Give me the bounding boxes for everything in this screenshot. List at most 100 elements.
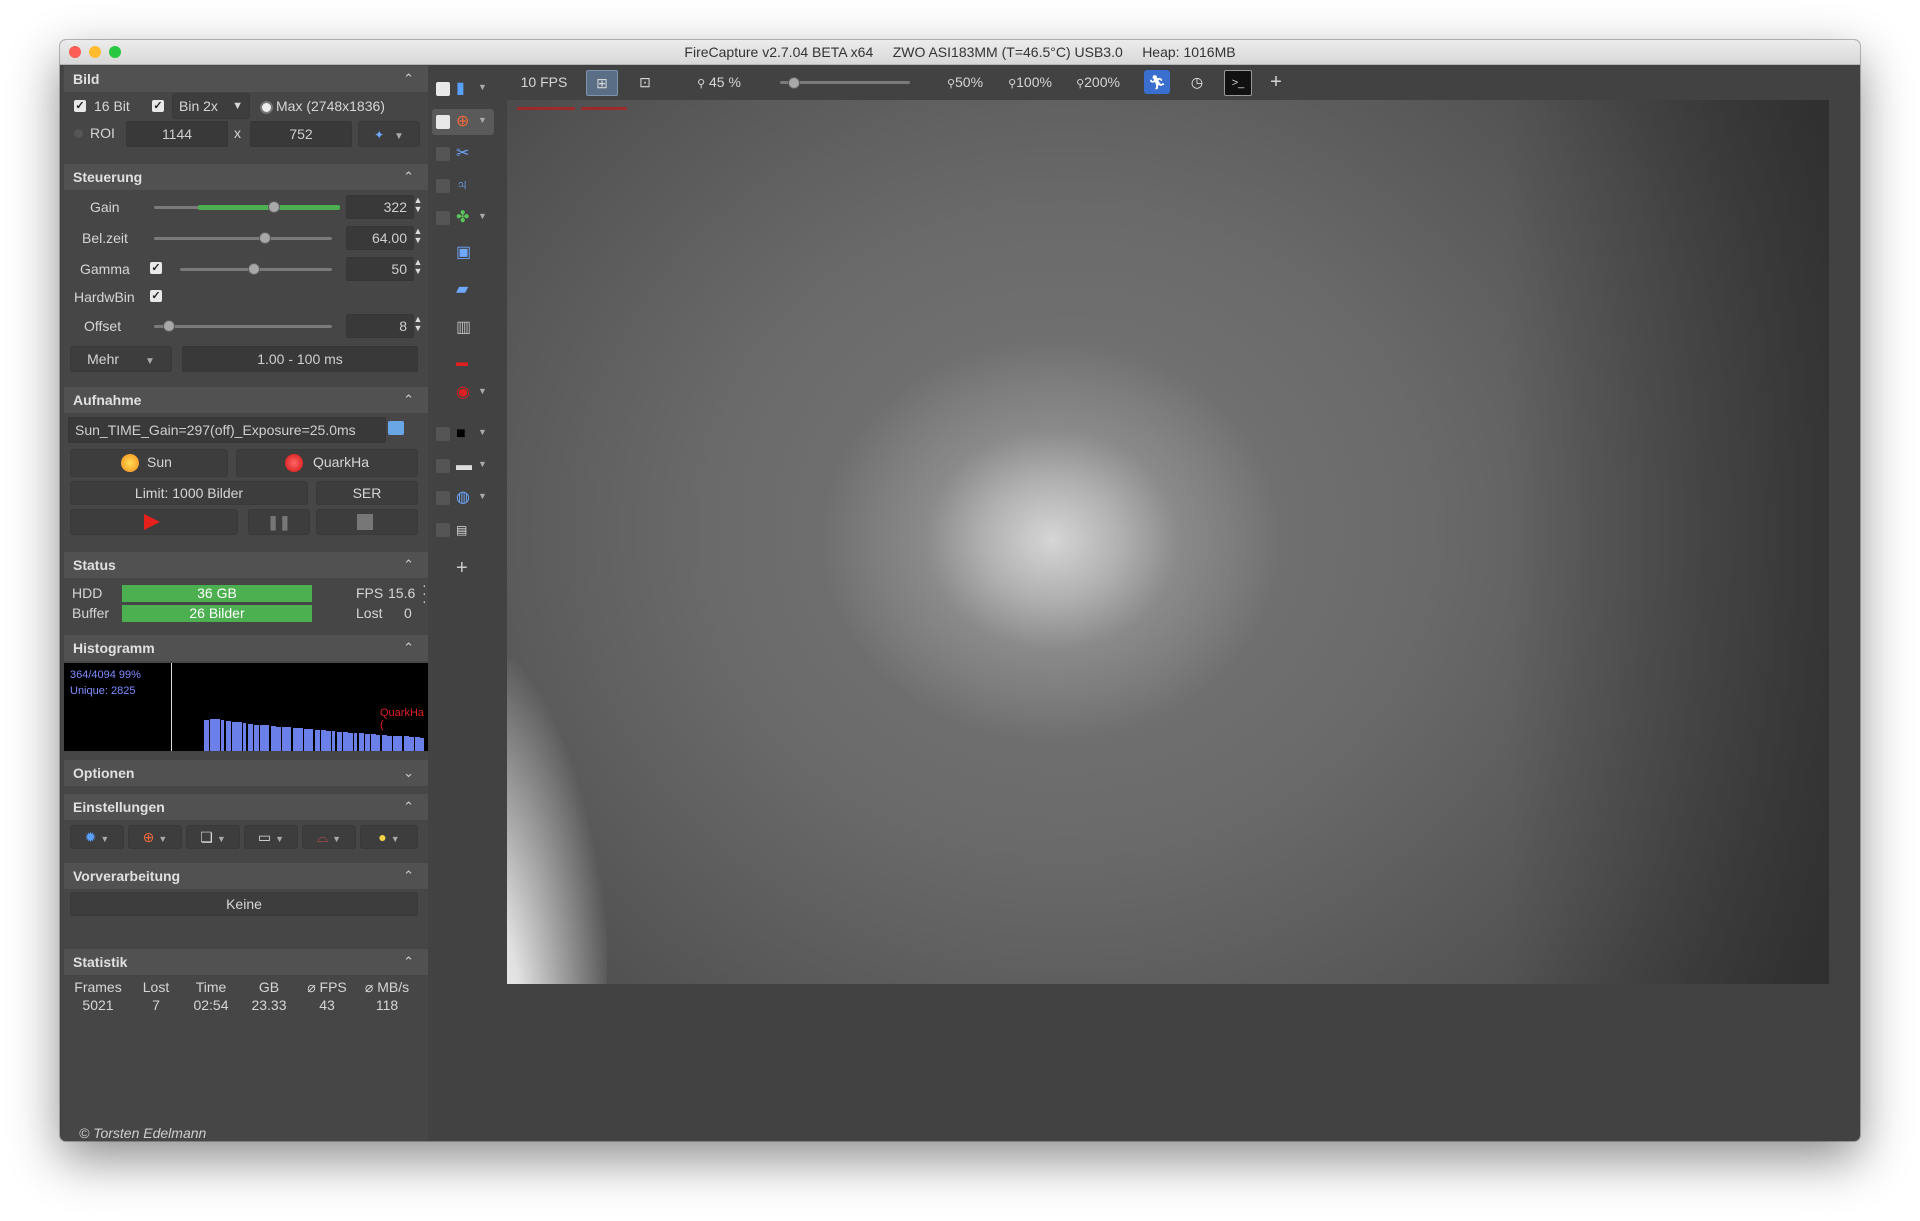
scissors-tool[interactable]: ✂ (432, 141, 476, 167)
fit-window-button[interactable]: ⊞ (586, 70, 618, 96)
offset-stepper[interactable]: ▲ ▼ (412, 315, 424, 333)
record-settings-tool[interactable]: ◉ ▼ (432, 380, 487, 406)
collapse-icon[interactable]: ⌃ (403, 863, 414, 889)
settings-monitor-dropdown[interactable]: ▭ ▼ (244, 825, 298, 849)
profile-sun-button[interactable]: Sun (70, 449, 228, 477)
tool-checkbox[interactable] (436, 147, 450, 161)
roi-height-input[interactable]: 752 (250, 121, 352, 147)
collapse-icon[interactable]: ⌃ (403, 387, 414, 413)
gamma-stepper[interactable]: ▲ ▼ (412, 258, 424, 276)
belzeit-input[interactable]: 64.00 (346, 226, 414, 250)
offset-input[interactable]: 8 (346, 314, 414, 338)
tool-checkbox[interactable] (436, 115, 450, 129)
add-tool[interactable]: + (432, 555, 476, 581)
zoom-200-button[interactable]: ⚲200% (1070, 70, 1126, 94)
roi-width-input[interactable]: 1144 (126, 121, 228, 147)
section-status-header[interactable]: Status ⌃ (64, 552, 428, 578)
histogram-tool[interactable]: ▮ ▼ (432, 76, 487, 102)
tool-checkbox[interactable] (436, 459, 450, 473)
profile-quarkha-button[interactable]: QuarkHa (236, 449, 418, 477)
collapse-icon[interactable]: ⌃ (403, 164, 414, 190)
fit-screen-icon: ⊞ (596, 75, 608, 91)
gain-slider-knob[interactable] (268, 201, 281, 213)
section-bild-header[interactable]: Bild ⌃ (64, 66, 428, 92)
trash-tool[interactable]: ▥ (432, 315, 476, 341)
terminal-button[interactable]: >_ (1224, 70, 1252, 96)
section-optionen-header[interactable]: Optionen ⌄ (64, 760, 428, 786)
settings-focus-dropdown[interactable]: ● ▼ (360, 825, 418, 849)
roi-radio[interactable] (74, 129, 83, 138)
filename-input[interactable]: Sun_TIME_Gain=297(off)_Exposure=25.0ms (68, 417, 386, 443)
globe-tool[interactable]: ◍ ▼ (432, 485, 487, 511)
title-bar: FireCapture v2.7.04 BETA x64 ZWO ASI183M… (60, 40, 1860, 65)
belzeit-slider[interactable] (154, 237, 332, 240)
zoom-50-button[interactable]: ⚲50% (940, 70, 990, 94)
gain-input[interactable]: 322 (346, 195, 414, 219)
collapse-icon[interactable]: ⌃ (403, 552, 414, 578)
preprocessing-select[interactable]: Keine (70, 892, 418, 916)
section-aufnahme-header[interactable]: Aufnahme ⌃ (64, 387, 428, 413)
format-button[interactable]: SER (316, 481, 418, 505)
gamma-checkbox[interactable]: ✓ (150, 262, 162, 274)
timer-button[interactable]: ◷ (1184, 70, 1210, 94)
black-frame-tool[interactable]: ■ ▼ (432, 421, 487, 447)
collapse-icon[interactable]: ⌃ (403, 66, 414, 92)
collapse-icon[interactable]: ⌃ (403, 635, 414, 661)
tool-checkbox[interactable] (436, 211, 450, 225)
expand-icon[interactable]: ⌄ (403, 760, 414, 786)
counter-tool[interactable]: ▤ (432, 517, 476, 543)
tracking-tool[interactable]: ✤ ▼ (432, 205, 487, 231)
section-vorverarbeitung-header[interactable]: Vorverarbeitung ⌃ (64, 863, 428, 889)
belzeit-stepper[interactable]: ▲ ▼ (412, 227, 424, 245)
fullscreen-button[interactable]: ⊡ (630, 70, 660, 94)
section-statistik-header[interactable]: Statistik ⌃ (64, 949, 428, 975)
pause-capture-button[interactable]: ❚❚ (248, 509, 310, 535)
hardwbin-checkbox[interactable]: ✓ (150, 290, 162, 302)
16bit-checkbox[interactable]: ✓ (74, 100, 86, 112)
run-button[interactable]: 🏃︎ (1144, 70, 1170, 94)
collapse-icon[interactable]: ⌃ (403, 949, 414, 975)
section-steuerung-header[interactable]: Steuerung ⌃ (64, 164, 428, 190)
focus-tool[interactable]: ♃ (432, 173, 476, 199)
section-histogramm-header[interactable]: Histogramm ⌃ (64, 635, 428, 661)
belzeit-slider-knob[interactable] (259, 232, 272, 244)
limit-button[interactable]: Limit: 1000 Bilder (70, 481, 308, 505)
histogram-bar (337, 731, 343, 751)
gamma-input[interactable]: 50 (346, 257, 414, 281)
crosshair-tool[interactable]: ⊕ ▼ (432, 109, 494, 135)
snapshot-tool[interactable]: ▣ (432, 240, 476, 266)
mehr-dropdown[interactable]: Mehr ▼ (70, 346, 172, 372)
stop-capture-button[interactable] (316, 509, 418, 535)
max-radio[interactable] (260, 101, 273, 114)
zoom-slider-knob[interactable] (788, 77, 800, 89)
bin-select[interactable]: Bin 2x ▼ (172, 93, 250, 119)
offset-slider-knob[interactable] (163, 320, 176, 332)
gain-stepper[interactable]: ▲ ▼ (412, 196, 424, 214)
section-einstellungen-header[interactable]: Einstellungen ⌃ (64, 794, 428, 820)
settings-gear-dropdown[interactable]: ✹ ▼ (70, 825, 124, 849)
histogram-chart[interactable]: 364/4094 99% Unique: 2825 QuarkHa ( (64, 663, 428, 751)
tool-checkbox[interactable] (436, 427, 450, 441)
tool-checkbox[interactable] (436, 523, 450, 537)
tool-checkbox[interactable] (436, 82, 450, 96)
settings-mount-dropdown[interactable]: ⌓ ▼ (302, 825, 356, 849)
settings-copy-dropdown[interactable]: ❏ ▼ (186, 825, 240, 849)
open-folder-tool[interactable]: ▰ (432, 277, 476, 303)
tool-checkbox[interactable] (436, 491, 450, 505)
camera-preview[interactable] (507, 100, 1829, 984)
red-screen-tool[interactable]: ▬ (432, 349, 476, 375)
tool-checkbox[interactable] (436, 179, 450, 193)
gamma-slider-knob[interactable] (247, 263, 260, 275)
camera-folder-icon[interactable] (388, 421, 404, 435)
start-capture-button[interactable] (70, 509, 238, 535)
zoom-200-label: 200% (1084, 74, 1120, 90)
add-toolbar-button[interactable]: + (1266, 70, 1286, 94)
settings-target-dropdown[interactable]: ⊕ ▼ (128, 825, 182, 849)
collapse-icon[interactable]: ⌃ (403, 794, 414, 820)
bin-checkbox[interactable]: ✓ (152, 100, 164, 112)
offset-slider[interactable] (154, 325, 332, 328)
more-vertical-icon[interactable]: · · · (422, 578, 427, 608)
roi-preset-dropdown[interactable]: ✦ ▼ (358, 121, 420, 147)
flat-frame-tool[interactable]: ▬ ▼ (432, 453, 487, 479)
zoom-100-button[interactable]: ⚲100% (1002, 70, 1058, 94)
